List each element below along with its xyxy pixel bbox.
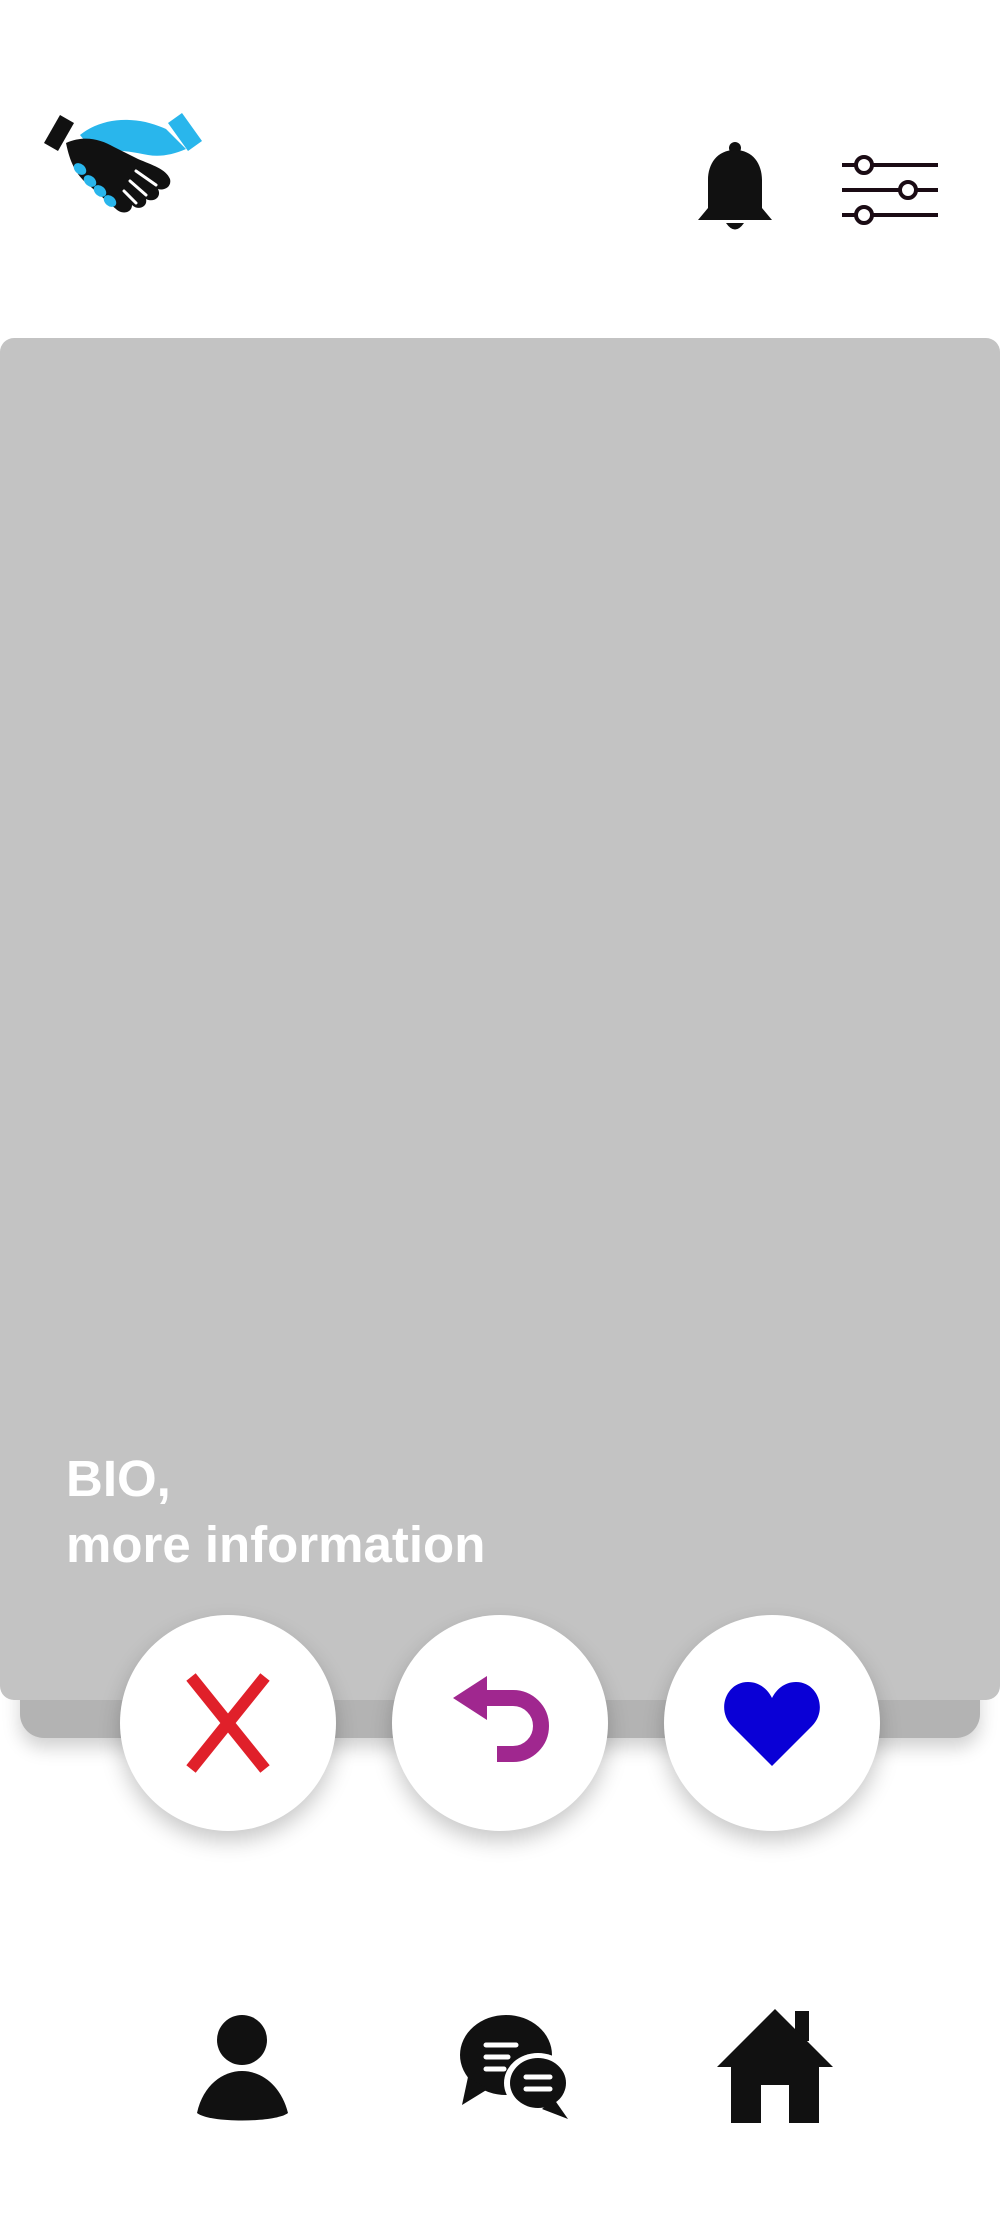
undo-button[interactable] <box>392 1615 608 1831</box>
sliders-icon[interactable] <box>840 150 940 230</box>
profile-icon[interactable] <box>195 2005 290 2125</box>
chat-bubbles-icon[interactable] <box>458 2005 573 2125</box>
handshake-icon <box>44 113 202 213</box>
like-button[interactable] <box>664 1615 880 1831</box>
profile-bio: BIO, more information <box>66 1446 485 1578</box>
app-logo <box>40 105 205 215</box>
bio-details: more information <box>66 1516 486 1573</box>
x-icon <box>186 1673 270 1773</box>
bell-icon[interactable] <box>695 140 775 235</box>
heart-icon <box>724 1682 820 1766</box>
reject-button[interactable] <box>120 1615 336 1831</box>
bio-title: BIO, <box>66 1450 171 1507</box>
home-icon[interactable] <box>715 2005 835 2125</box>
undo-arrow-icon <box>453 1676 549 1762</box>
